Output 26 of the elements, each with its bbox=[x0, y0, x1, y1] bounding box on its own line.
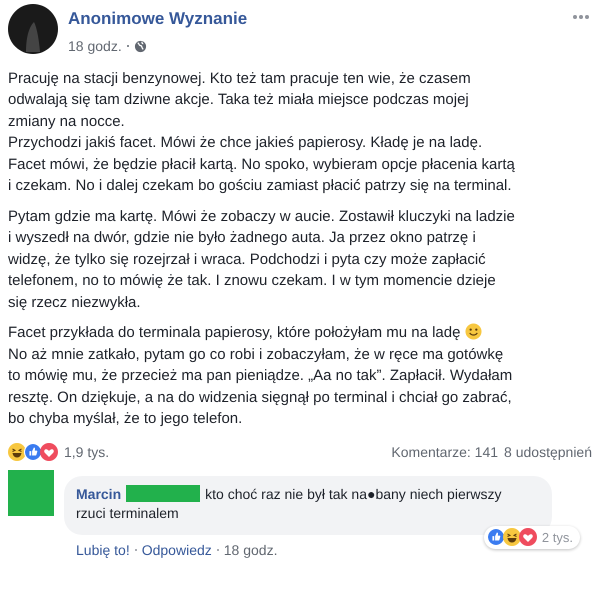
globe-icon bbox=[134, 40, 147, 52]
comment-count[interactable]: Komentarze: 141 bbox=[391, 442, 498, 462]
comment-text: rzuci terminalem bbox=[76, 504, 180, 522]
comment-reactions[interactable]: 2 tys. bbox=[484, 526, 580, 548]
like-reaction-icon bbox=[24, 443, 42, 461]
avatar-icon bbox=[8, 4, 58, 54]
commenter-name[interactable]: Marcin bbox=[76, 484, 122, 504]
comment-action-link[interactable]: Odpowiedz bbox=[142, 540, 212, 560]
comment-time[interactable]: 18 godz. bbox=[224, 540, 278, 560]
author-name[interactable]: Anonimowe Wyznanie bbox=[68, 6, 572, 32]
post-paragraph: Pracuję na stacji benzynowej. Kto też tam pracuje ten wie, że czasem odwalają się tam dziwne akcje. Taka też miała miejsce podczas mojej zmiany na nocce. Przychodzi jakiś facet. Mówi że chce jakieś papierosy. Kładę je na ladę. Facet mówi, że będzie płacił kartą. No spoko, wybieram opcje płacenia kartą i czekam. No i dalej czekam bo gościu zamiast płacić patrzy się na terminal. bbox=[8, 70, 515, 194]
laughing-reaction-icon bbox=[502, 528, 521, 546]
post-paragraph: Facet przykłada do terminala papierosy, które położyłam mu na ladę bbox=[8, 324, 460, 341]
comment-action-link[interactable]: Lubię to! bbox=[76, 540, 130, 560]
more-options-icon[interactable] bbox=[572, 14, 590, 20]
heart-reaction-icon bbox=[40, 443, 58, 461]
reaction-count[interactable]: 1,9 tys. bbox=[64, 442, 110, 462]
like-reaction-icon bbox=[486, 528, 505, 546]
post-paragraph: Pytam gdzie ma kartę. Mówi że zobaczy w aucie. Zostawił kluczyki na ladzie i wyszedł na dwór, gdzie nie było żadnego auta. Ja przez okno patrzę i widzę, że tylko się rozejrzał i wraca. Podchodzi i pyta czy może zapłacić telefonem, no to mówię że tak. I znowu czekam. I w tym momencie dzieje się rzecz niezwykła. bbox=[8, 208, 515, 310]
post-paragraph: No aż mnie zatkało, pytam go co robi i zobaczyłam, że w ręce ma gotówkę to mówię mu, że przecież ma pan pieniądze. „Aa no tak”. Zapłacił. Wydałam resztę. On dziękuje, a na do widzenia sięgnął po terminal i chciał go zabrać, bo chyba myślał, że to jego telefon. bbox=[8, 344, 514, 429]
commenter-avatar bbox=[8, 470, 54, 516]
comment-text: kto choć raz nie był tak na●bany niech pierwszy bbox=[205, 484, 502, 504]
post-time[interactable]: 18 godz. bbox=[68, 36, 122, 56]
laughing-reaction-icon bbox=[8, 443, 26, 461]
heart-reaction-icon bbox=[518, 528, 537, 546]
share-count[interactable]: 8 udostępnień bbox=[504, 442, 592, 462]
